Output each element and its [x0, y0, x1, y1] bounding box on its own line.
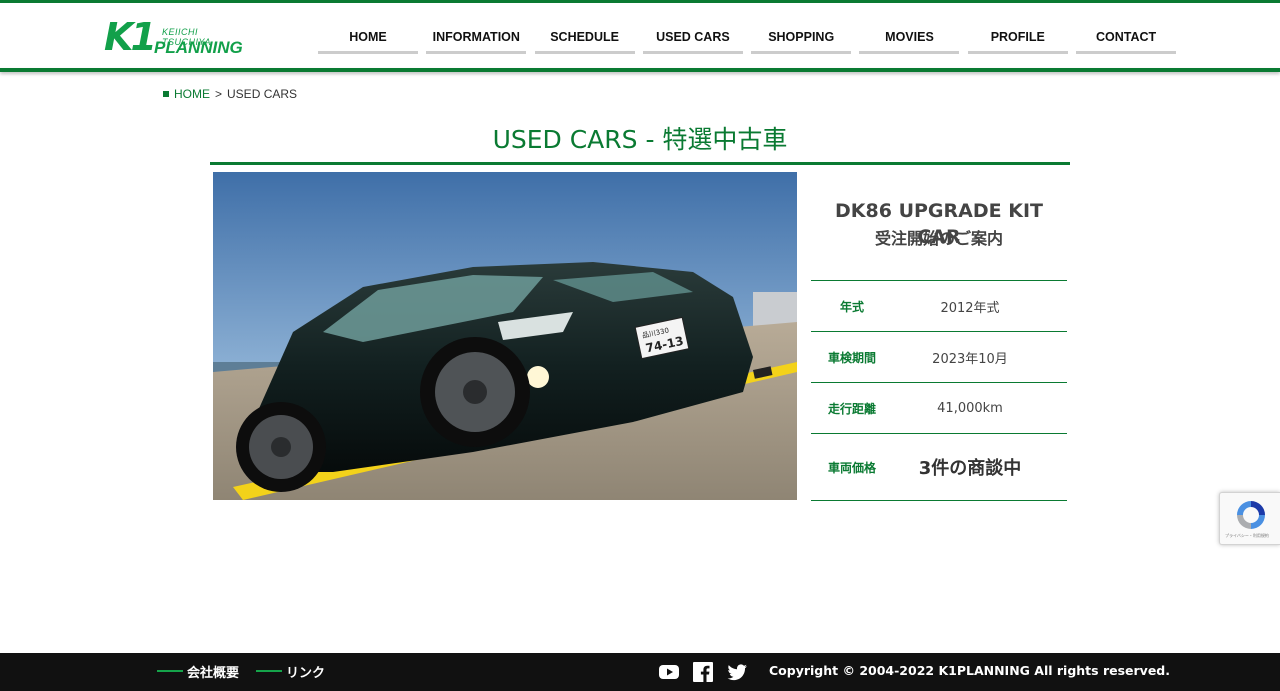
- logo-mark: K1: [104, 15, 157, 59]
- twitter-icon[interactable]: [726, 661, 748, 683]
- nav-schedule[interactable]: SCHEDULE: [534, 23, 635, 54]
- car-image: 品川330 74-13: [213, 172, 797, 500]
- spec-row-year: 年式 2012年式: [811, 280, 1067, 331]
- breadcrumb-home-link[interactable]: HOME: [174, 87, 210, 101]
- spec-key: 車検期間: [827, 350, 876, 365]
- spec-key: 走行距離: [827, 401, 876, 416]
- copyright-text: Copyright © 2004-2022 K1PLANNING All rig…: [769, 663, 1170, 678]
- site-logo[interactable]: K1 KEIICHI TSUCHIYA PLANNING: [104, 15, 243, 59]
- spec-value: 41,000km: [937, 400, 1003, 416]
- footer-dash-icon: [256, 670, 282, 672]
- spec-row-price: 車両価格 3件の商談中: [811, 433, 1067, 500]
- footer-link-label: リンク: [286, 665, 326, 681]
- spec-value: 2012年式: [940, 300, 1000, 316]
- nav-used-cars[interactable]: USED CARS: [642, 23, 743, 54]
- main-nav: HOME INFORMATION SCHEDULE USED CARS SHOP…: [318, 23, 1184, 55]
- header-bottom-border: [0, 68, 1280, 72]
- nav-movies[interactable]: MOVIES: [859, 23, 960, 54]
- recaptcha-badge[interactable]: プライバシー・利用規約: [1219, 492, 1280, 545]
- logo-wordmark: PLANNING: [154, 38, 243, 57]
- recaptcha-text: プライバシー・利用規約: [1225, 533, 1269, 538]
- footer-link-links[interactable]: リンク: [256, 661, 325, 681]
- recaptcha-icon: [1237, 501, 1265, 529]
- youtube-icon[interactable]: [658, 661, 680, 683]
- breadcrumb-current: USED CARS: [227, 87, 298, 101]
- spec-key: 車両価格: [827, 460, 876, 475]
- spec-row-mileage: 走行距離 41,000km: [811, 382, 1067, 433]
- spec-value: 2023年10月: [932, 351, 1008, 367]
- breadcrumb-separator: >: [215, 87, 223, 101]
- spec-row-inspection: 車検期間 2023年10月: [811, 331, 1067, 382]
- footer-dash-icon: [157, 670, 183, 672]
- footer-link-company[interactable]: 会社概要: [157, 661, 239, 681]
- page-title: USED CARS - 特選中古車: [492, 125, 788, 154]
- spec-bottom-rule: [811, 500, 1067, 501]
- facebook-icon[interactable]: [692, 661, 714, 683]
- breadcrumb-square-icon: [163, 91, 169, 97]
- site-header: K1 KEIICHI TSUCHIYA PLANNING HOME INFORM…: [0, 3, 1280, 68]
- title-underline: [210, 162, 1070, 165]
- site-footer: 会社概要 リンク Copyright © 2004-2022 K1PLANNIN…: [0, 653, 1280, 691]
- nav-contact[interactable]: CONTACT: [1076, 23, 1177, 54]
- nav-information[interactable]: INFORMATION: [426, 23, 527, 54]
- car-subtitle: 受注開始のご案内: [874, 229, 1003, 248]
- footer-link-label: 会社概要: [187, 665, 240, 681]
- spec-value: 3件の商談中: [918, 458, 1022, 479]
- nav-profile[interactable]: PROFILE: [967, 23, 1068, 54]
- spec-key: 年式: [839, 299, 864, 314]
- breadcrumb: HOME > USED CARS: [163, 87, 297, 101]
- nav-shopping[interactable]: SHOPPING: [751, 23, 852, 54]
- car-photo: 品川330 74-13: [213, 172, 797, 500]
- nav-home[interactable]: HOME: [318, 23, 418, 54]
